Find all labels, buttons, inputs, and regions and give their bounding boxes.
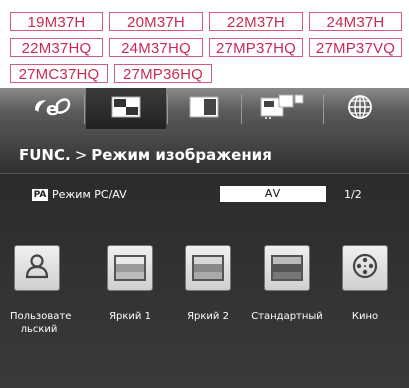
section-title: Режим изображения: [91, 146, 272, 164]
tab-eco[interactable]: e: [20, 88, 82, 129]
setting-value-selector[interactable]: AV: [220, 186, 326, 202]
page-indicator: 1/2: [344, 188, 362, 201]
pip-icon: [259, 92, 305, 126]
mode-label: Яркий 2: [187, 311, 229, 322]
mode-cinema-button[interactable]: [342, 245, 388, 291]
model-tag: 27MP37VQ: [309, 38, 402, 57]
mode-user-button[interactable]: [14, 245, 60, 291]
monitor-standard-icon: [271, 255, 303, 281]
mode-bright2-button[interactable]: [185, 245, 231, 291]
tab-pip[interactable]: [243, 88, 321, 129]
model-tag: 27MC37HQ: [10, 64, 108, 83]
model-tag: 24M37HQ: [109, 38, 203, 57]
screen-icon: [189, 96, 219, 122]
mode-label: Кино: [351, 311, 379, 322]
page-title: FUNC. > Режим изображения: [19, 146, 272, 164]
model-tag: 22M37H: [209, 12, 303, 31]
model-list: 19M37H 20M37H 22M37H 24M37H 22M37HQ 24M3…: [0, 0, 409, 86]
model-tag: 20M37H: [109, 12, 203, 31]
globe-icon: [347, 94, 373, 124]
model-tag: 27MP36HQ: [114, 64, 212, 83]
eco-icon: e: [29, 92, 73, 126]
user-icon: [23, 252, 51, 284]
film-reel-icon: [351, 252, 379, 284]
model-tag: 22M37HQ: [10, 38, 103, 57]
tab-picture[interactable]: [86, 88, 166, 129]
monitor-bright2-icon: [192, 255, 224, 281]
func-label: FUNC.: [19, 146, 71, 164]
tab-language[interactable]: [325, 88, 395, 129]
mode-label: Стандартный: [251, 311, 323, 322]
mode-label: Пользовате льский: [10, 311, 72, 335]
mode-bright1-button[interactable]: [107, 245, 153, 291]
model-tag: 24M37H: [309, 12, 402, 31]
breadcrumb-separator: >: [74, 146, 88, 164]
setting-label: Режим PC/AV: [52, 188, 127, 201]
model-tag: 27MP37HQ: [209, 38, 303, 57]
monitor-bright1-icon: [114, 255, 146, 281]
picture-icon: [111, 96, 141, 122]
osd-menu: e FUNC. > Режим изображения PA Режим PC/…: [0, 88, 409, 388]
model-tag: 19M37H: [10, 12, 103, 31]
mode-standard-button[interactable]: [264, 245, 310, 291]
mode-label: Яркий 1: [109, 311, 151, 322]
pa-badge-icon: PA: [32, 189, 48, 201]
tab-screen[interactable]: [169, 88, 239, 129]
